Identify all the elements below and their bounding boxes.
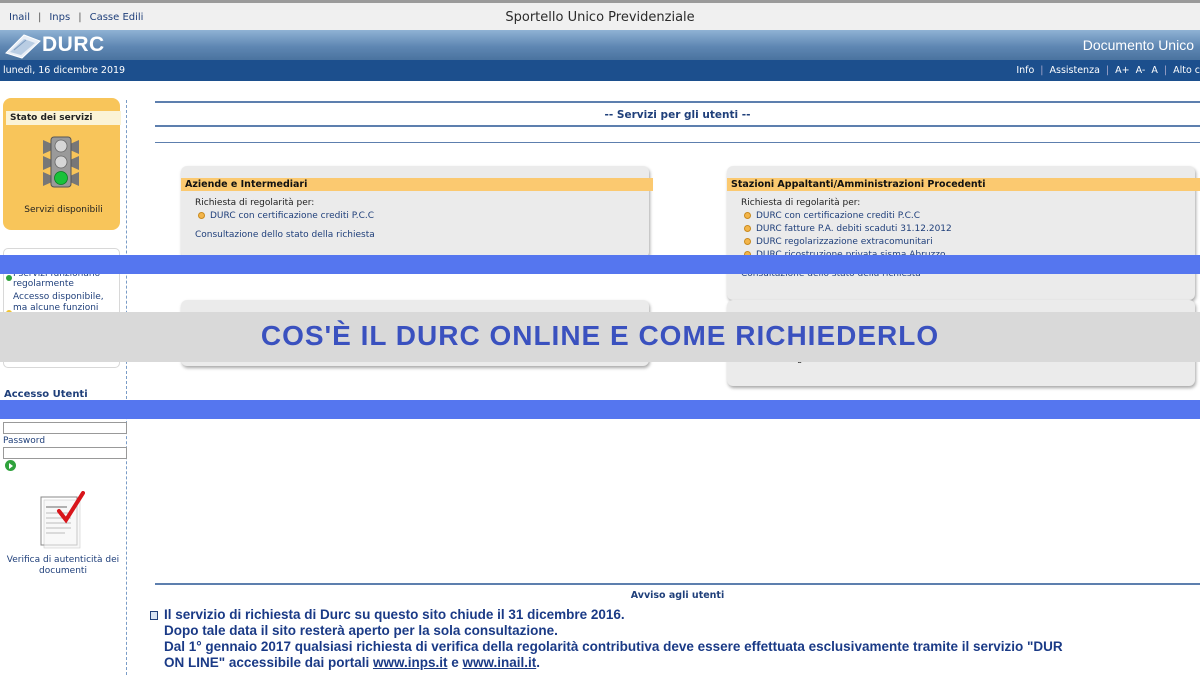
stazioni-item-extracomunitari[interactable]: DURC regolarizzazione extracomunitari [756, 237, 933, 247]
notice-text: . [536, 655, 541, 670]
font-increase-button[interactable]: A+ [1115, 65, 1129, 76]
separator: | [1105, 65, 1110, 76]
bullet-icon [744, 212, 751, 219]
notice-title: Avviso agli utenti [630, 590, 725, 601]
stazioni-intro: Richiesta di regolarità per: [741, 198, 861, 208]
notice-line: Dopo tale data il sito resterà aperto pe… [164, 623, 558, 638]
notice-line: ON LINE" accessibile dai portali www.inp… [164, 655, 540, 670]
notice-text: e [447, 655, 463, 670]
stazioni-title: Stazioni Appaltanti/Amministrazioni Proc… [727, 178, 1200, 191]
verify-label-line: documenti [39, 566, 87, 576]
nav-links: Info | Assistenza | A+ A- A | Alto c [1016, 65, 1200, 76]
green-status-dot-icon [6, 275, 12, 281]
stazioni-item-fatture[interactable]: DURC fatture P.A. debiti scaduti 31.12.2… [756, 224, 952, 234]
current-date: lunedì, 16 dicembre 2019 [3, 65, 126, 76]
nav-info[interactable]: Info [1016, 65, 1034, 76]
banner-subtitle: Documento Unico [1082, 37, 1194, 53]
verify-label-line: Verifica di autenticità dei [6, 555, 120, 565]
stazioni-item-pcc[interactable]: DURC con certificazione crediti P.C.C [756, 211, 920, 221]
bullet-icon [744, 238, 751, 245]
bullet-icon [744, 225, 751, 232]
notice-line: Dal 1° gennaio 2017 qualsiasi richiesta … [164, 639, 1063, 654]
high-contrast-button[interactable]: Alto c [1173, 65, 1200, 76]
password-field[interactable] [3, 447, 127, 459]
aziende-consultazione[interactable]: Consultazione dello stato della richiest… [195, 230, 375, 240]
durc-logo-text: DURC [42, 33, 105, 56]
link-inail-portal[interactable]: www.inail.it [463, 655, 537, 670]
heading-rule-lower [155, 142, 1200, 143]
overlay-band-top [0, 255, 1200, 274]
aziende-panel: Aziende e Intermediari Richiesta di rego… [181, 166, 653, 258]
bullet-icon [198, 212, 205, 219]
legend-text: regolarmente [13, 279, 74, 289]
document-check-icon[interactable] [37, 491, 85, 549]
notice-line: Il servizio di richiesta di Durc su ques… [164, 607, 625, 622]
login-title: Accesso Utenti [4, 389, 88, 400]
service-status-title: Stato dei servizi [6, 111, 121, 125]
heading-rule-top [155, 101, 1200, 103]
link-inps-portal[interactable]: www.inps.it [373, 655, 448, 670]
stazioni-panel: Stazioni Appaltanti/Amministrazioni Proc… [727, 166, 1200, 300]
overlay-band-bottom [0, 400, 1200, 419]
login-button[interactable] [5, 460, 16, 471]
aziende-item-pcc[interactable]: DURC con certificazione crediti P.C.C [210, 211, 374, 221]
font-normal-button[interactable]: A [1151, 65, 1158, 76]
banner: DURC Documento Unico [0, 30, 1200, 60]
legend-text: Accesso disponibile, [13, 292, 104, 302]
navbar: lunedì, 16 dicembre 2019 Info | Assistenza… [0, 60, 1200, 81]
notice-icon [150, 611, 158, 620]
durc-logo-icon [5, 34, 41, 59]
service-status-panel: Stato dei servizi Servizi disponibili [3, 98, 121, 230]
aziende-title: Aziende e Intermediari [181, 178, 653, 191]
services-heading: -- Servizi per gli utenti -- [604, 109, 751, 121]
avviso-rule [155, 583, 1200, 585]
font-decrease-button[interactable]: A- [1136, 65, 1146, 76]
overlay-title: COS'È IL DURC ONLINE E COME RICHIEDERLO [260, 320, 940, 351]
password-label: Password [3, 436, 46, 446]
sidebar-divider [126, 100, 127, 675]
separator: | [1163, 65, 1168, 76]
site-title: Sportello Unico Previdenziale [505, 10, 695, 25]
traffic-light-icon [43, 136, 79, 188]
service-status-label: Servizi disponibili [24, 205, 103, 215]
aziende-intro: Richiesta di regolarità per: [195, 198, 315, 208]
username-field[interactable] [3, 422, 127, 434]
separator: | [1040, 65, 1044, 76]
heading-rule-bottom [155, 125, 1200, 127]
verify-documents-link[interactable]: Verifica di autenticità dei documenti [4, 555, 122, 577]
top-strip: Inail | Inps | Casse Edili Sportello Unico P… [0, 0, 1200, 30]
nav-assistenza[interactable]: Assistenza [1050, 65, 1100, 76]
notice-text: ON LINE" accessibile dai portali [164, 655, 373, 670]
